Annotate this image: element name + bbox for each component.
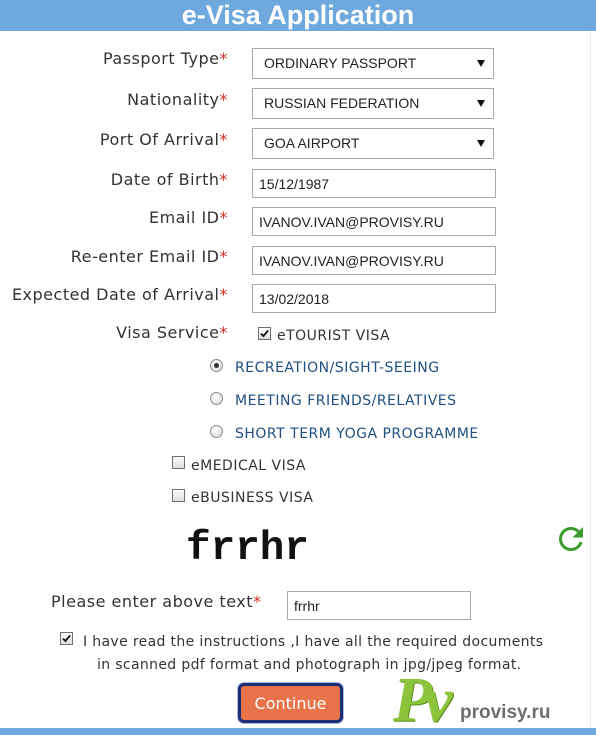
agreement-checkbox[interactable]	[60, 632, 73, 645]
purpose-label-meeting-friends[interactable]: MEETING FRIENDS/RELATIVES	[235, 392, 457, 410]
right-divider	[590, 31, 591, 728]
agreement-text-line-2: in scanned pdf format and photograph in …	[97, 657, 522, 673]
captcha-image: frrhr	[186, 526, 309, 572]
required-marker: *	[219, 247, 228, 266]
nationality-value: RUSSIAN FEDERATION	[264, 95, 420, 111]
purpose-radio-meeting-friends[interactable]	[210, 392, 223, 405]
emedical-label[interactable]: eMEDICAL VISA	[191, 457, 306, 475]
purpose-label-recreation[interactable]: RECREATION/SIGHT-SEEING	[235, 359, 440, 377]
chevron-down-icon	[477, 140, 485, 147]
email-input[interactable]	[252, 207, 496, 236]
required-marker: *	[253, 592, 262, 611]
header-bar: e-Visa Application	[0, 0, 596, 31]
date-of-birth-label-text: Date of Birth	[110, 170, 220, 189]
required-marker: *	[219, 49, 228, 68]
footer-strip	[0, 728, 596, 735]
etourist-checkbox[interactable]	[258, 327, 271, 340]
check-icon	[260, 329, 269, 338]
purpose-label-yoga[interactable]: SHORT TERM YOGA PROGRAMME	[235, 425, 479, 443]
purpose-radio-recreation[interactable]	[210, 359, 223, 372]
email-confirm-label-text: Re-enter Email ID	[70, 247, 220, 266]
ebusiness-checkbox[interactable]	[172, 489, 185, 502]
expected-arrival-input[interactable]	[252, 284, 496, 313]
etourist-label[interactable]: eTOURIST VISA	[277, 327, 390, 345]
nationality-label: Nationality*	[0, 90, 228, 110]
date-of-birth-input[interactable]	[252, 169, 496, 198]
passport-type-label: Passport Type*	[0, 49, 228, 69]
required-marker: *	[219, 285, 228, 304]
chevron-down-icon	[477, 100, 485, 107]
captcha-prompt-text: Please enter above text	[51, 592, 253, 611]
chevron-down-icon	[477, 60, 485, 67]
radio-dot	[214, 363, 219, 368]
emedical-checkbox[interactable]	[172, 456, 185, 469]
email-label: Email ID*	[0, 208, 228, 228]
required-marker: *	[219, 130, 228, 149]
purpose-radio-yoga[interactable]	[210, 425, 223, 438]
passport-type-value: ORDINARY PASSPORT	[264, 55, 417, 71]
email-label-text: Email ID	[148, 208, 220, 227]
nationality-label-text: Nationality	[127, 90, 220, 109]
refresh-icon[interactable]	[553, 521, 589, 557]
watermark-mark: Pv	[393, 664, 452, 735]
watermark-site: provisy.ru	[460, 702, 551, 723]
required-marker: *	[219, 90, 228, 109]
nationality-select[interactable]: RUSSIAN FEDERATION	[252, 88, 494, 119]
date-of-birth-label: Date of Birth*	[0, 170, 228, 190]
email-confirm-label: Re-enter Email ID*	[0, 247, 228, 267]
required-marker: *	[219, 208, 228, 227]
passport-type-label-text: Passport Type	[102, 49, 220, 68]
email-confirm-input[interactable]	[252, 246, 496, 275]
required-marker: *	[219, 170, 228, 189]
captcha-input[interactable]	[287, 591, 471, 620]
expected-arrival-label: Expected Date of Arrival*	[0, 285, 228, 305]
port-of-arrival-label-text: Port Of Arrival	[99, 130, 220, 149]
page-title: e-Visa Application	[181, 0, 415, 30]
check-icon	[62, 634, 71, 643]
ebusiness-label[interactable]: eBUSINESS VISA	[191, 489, 313, 507]
visa-service-label-text: Visa Service	[116, 323, 220, 342]
required-marker: *	[219, 323, 228, 342]
refresh-icon-graphic	[559, 527, 583, 551]
passport-type-select[interactable]: ORDINARY PASSPORT	[252, 48, 494, 79]
continue-button[interactable]: Continue	[238, 683, 343, 723]
port-of-arrival-select[interactable]: GOA AIRPORT	[252, 128, 494, 159]
agreement-text-line-1: I have read the instructions ,I have all…	[83, 634, 544, 650]
captcha-prompt-label: Please enter above text*	[51, 592, 262, 612]
port-of-arrival-value: GOA AIRPORT	[264, 135, 360, 151]
captcha-text: frrhr	[186, 526, 310, 572]
expected-arrival-label-text: Expected Date of Arrival	[11, 285, 220, 304]
port-of-arrival-label: Port Of Arrival*	[0, 130, 228, 150]
visa-service-label: Visa Service*	[0, 323, 228, 343]
